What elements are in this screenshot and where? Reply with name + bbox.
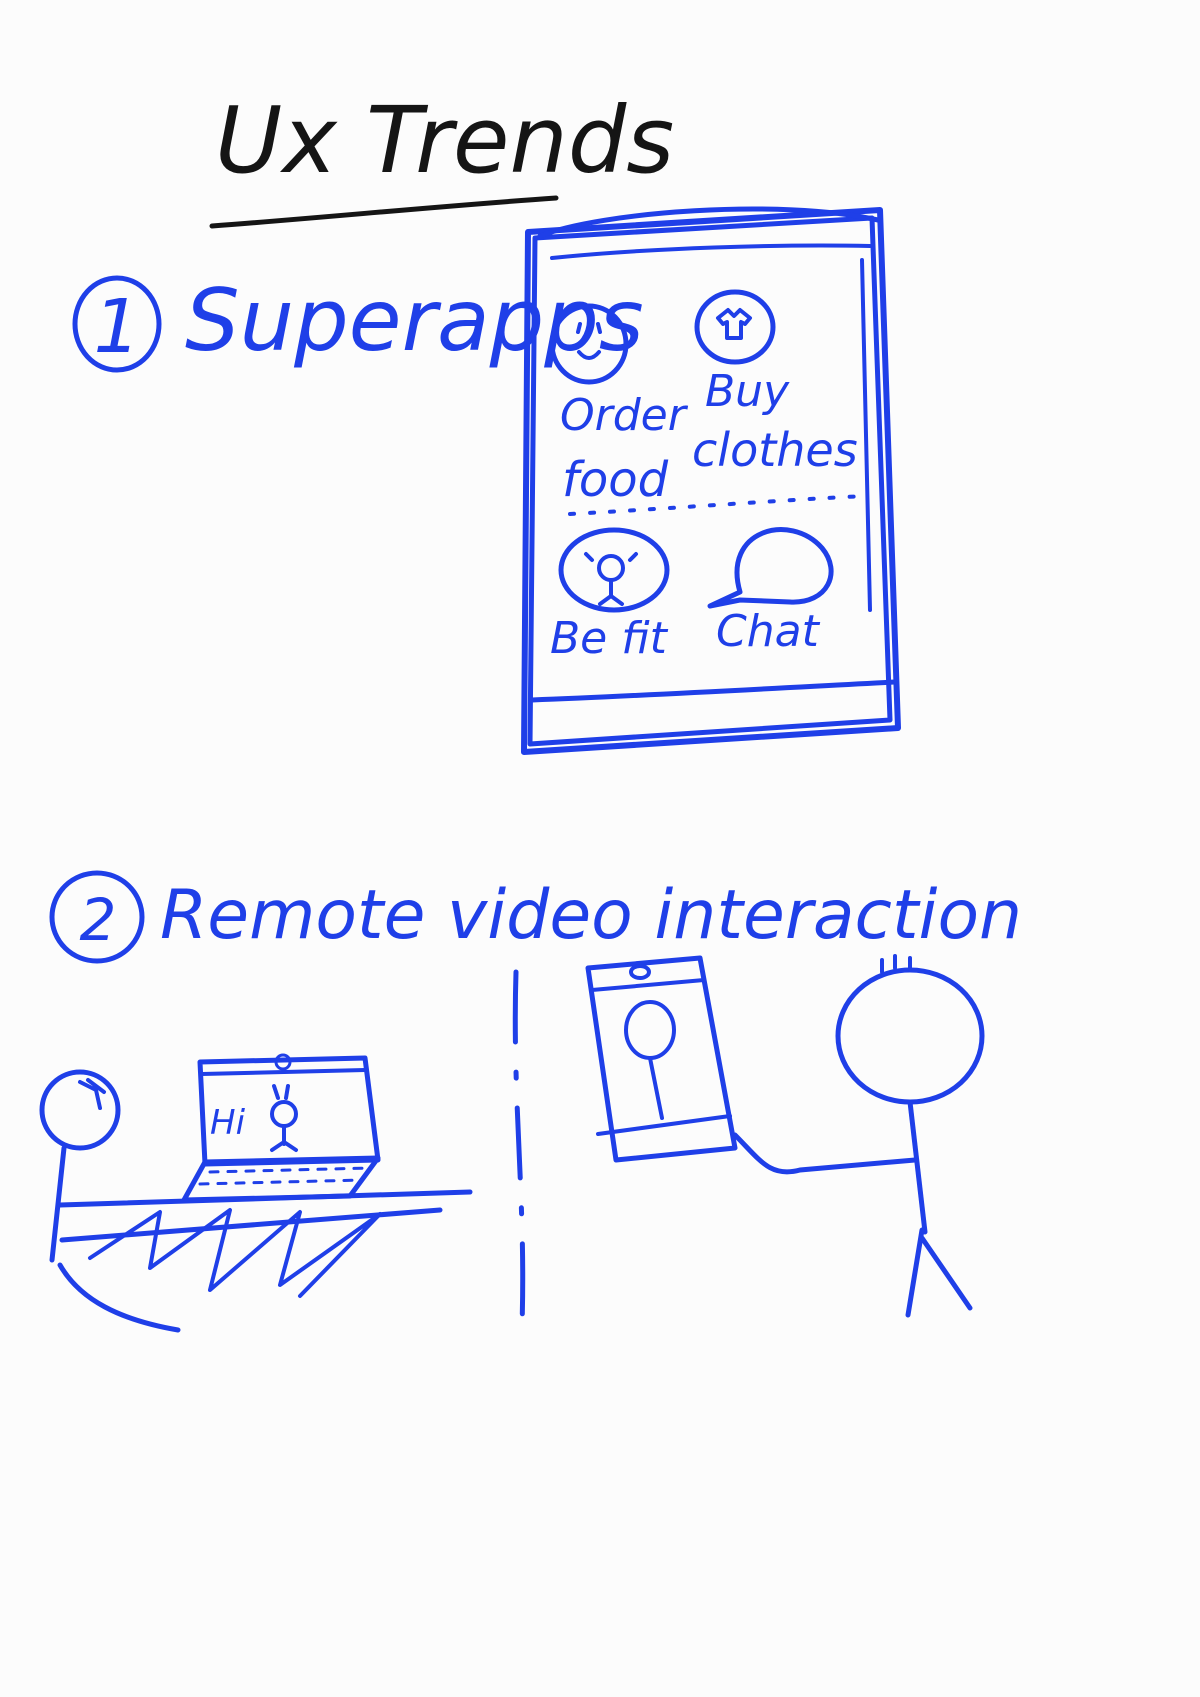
scene-divider xyxy=(512,969,526,1328)
section-superapps: 1 Superapps Order food Buy clothes Be fi… xyxy=(72,206,901,755)
app-label-order: Order xyxy=(560,390,689,441)
remote-video-heading: Remote video interaction xyxy=(160,876,1022,955)
app-label-chat: Chat xyxy=(716,606,821,657)
app-label-be-fit: Be fit xyxy=(550,613,669,664)
page-title: Ux Trends xyxy=(215,87,674,194)
desk-hatching xyxy=(88,1208,382,1298)
superapps-heading: Superapps xyxy=(185,271,644,371)
app-label-clothes: clothes xyxy=(692,423,858,477)
app-chat[interactable]: Chat xyxy=(707,527,834,657)
section-remote-video: 2 Remote video interaction Hi xyxy=(39,870,1022,1333)
section-number-1: 1 xyxy=(72,275,162,373)
video-caller-icon xyxy=(270,1100,298,1128)
app-be-fit[interactable]: Be fit xyxy=(550,527,670,664)
title-underline xyxy=(209,195,559,229)
desk xyxy=(57,1189,473,1243)
person-with-phone-scene xyxy=(585,954,985,1318)
app-label-buy: Buy xyxy=(705,366,790,417)
tshirt-icon xyxy=(694,289,776,365)
video-caller-icon xyxy=(624,1000,676,1060)
svg-text:1: 1 xyxy=(93,284,140,370)
chat-bubble-icon xyxy=(707,527,834,609)
section-number-2: 2 xyxy=(49,870,145,964)
person-at-laptop-scene: Hi xyxy=(39,1053,473,1333)
title-block: Ux Trends xyxy=(209,87,674,229)
sketch-canvas: Ux Trends 1 Superapps Order food Buy clo… xyxy=(39,87,1022,1333)
app-buy-clothes[interactable]: Buy clothes xyxy=(692,289,858,477)
svg-text:2: 2 xyxy=(80,886,117,954)
app-label-food: food xyxy=(562,452,669,508)
laptop-greeting: Hi xyxy=(210,1103,246,1143)
person-head xyxy=(835,967,985,1105)
